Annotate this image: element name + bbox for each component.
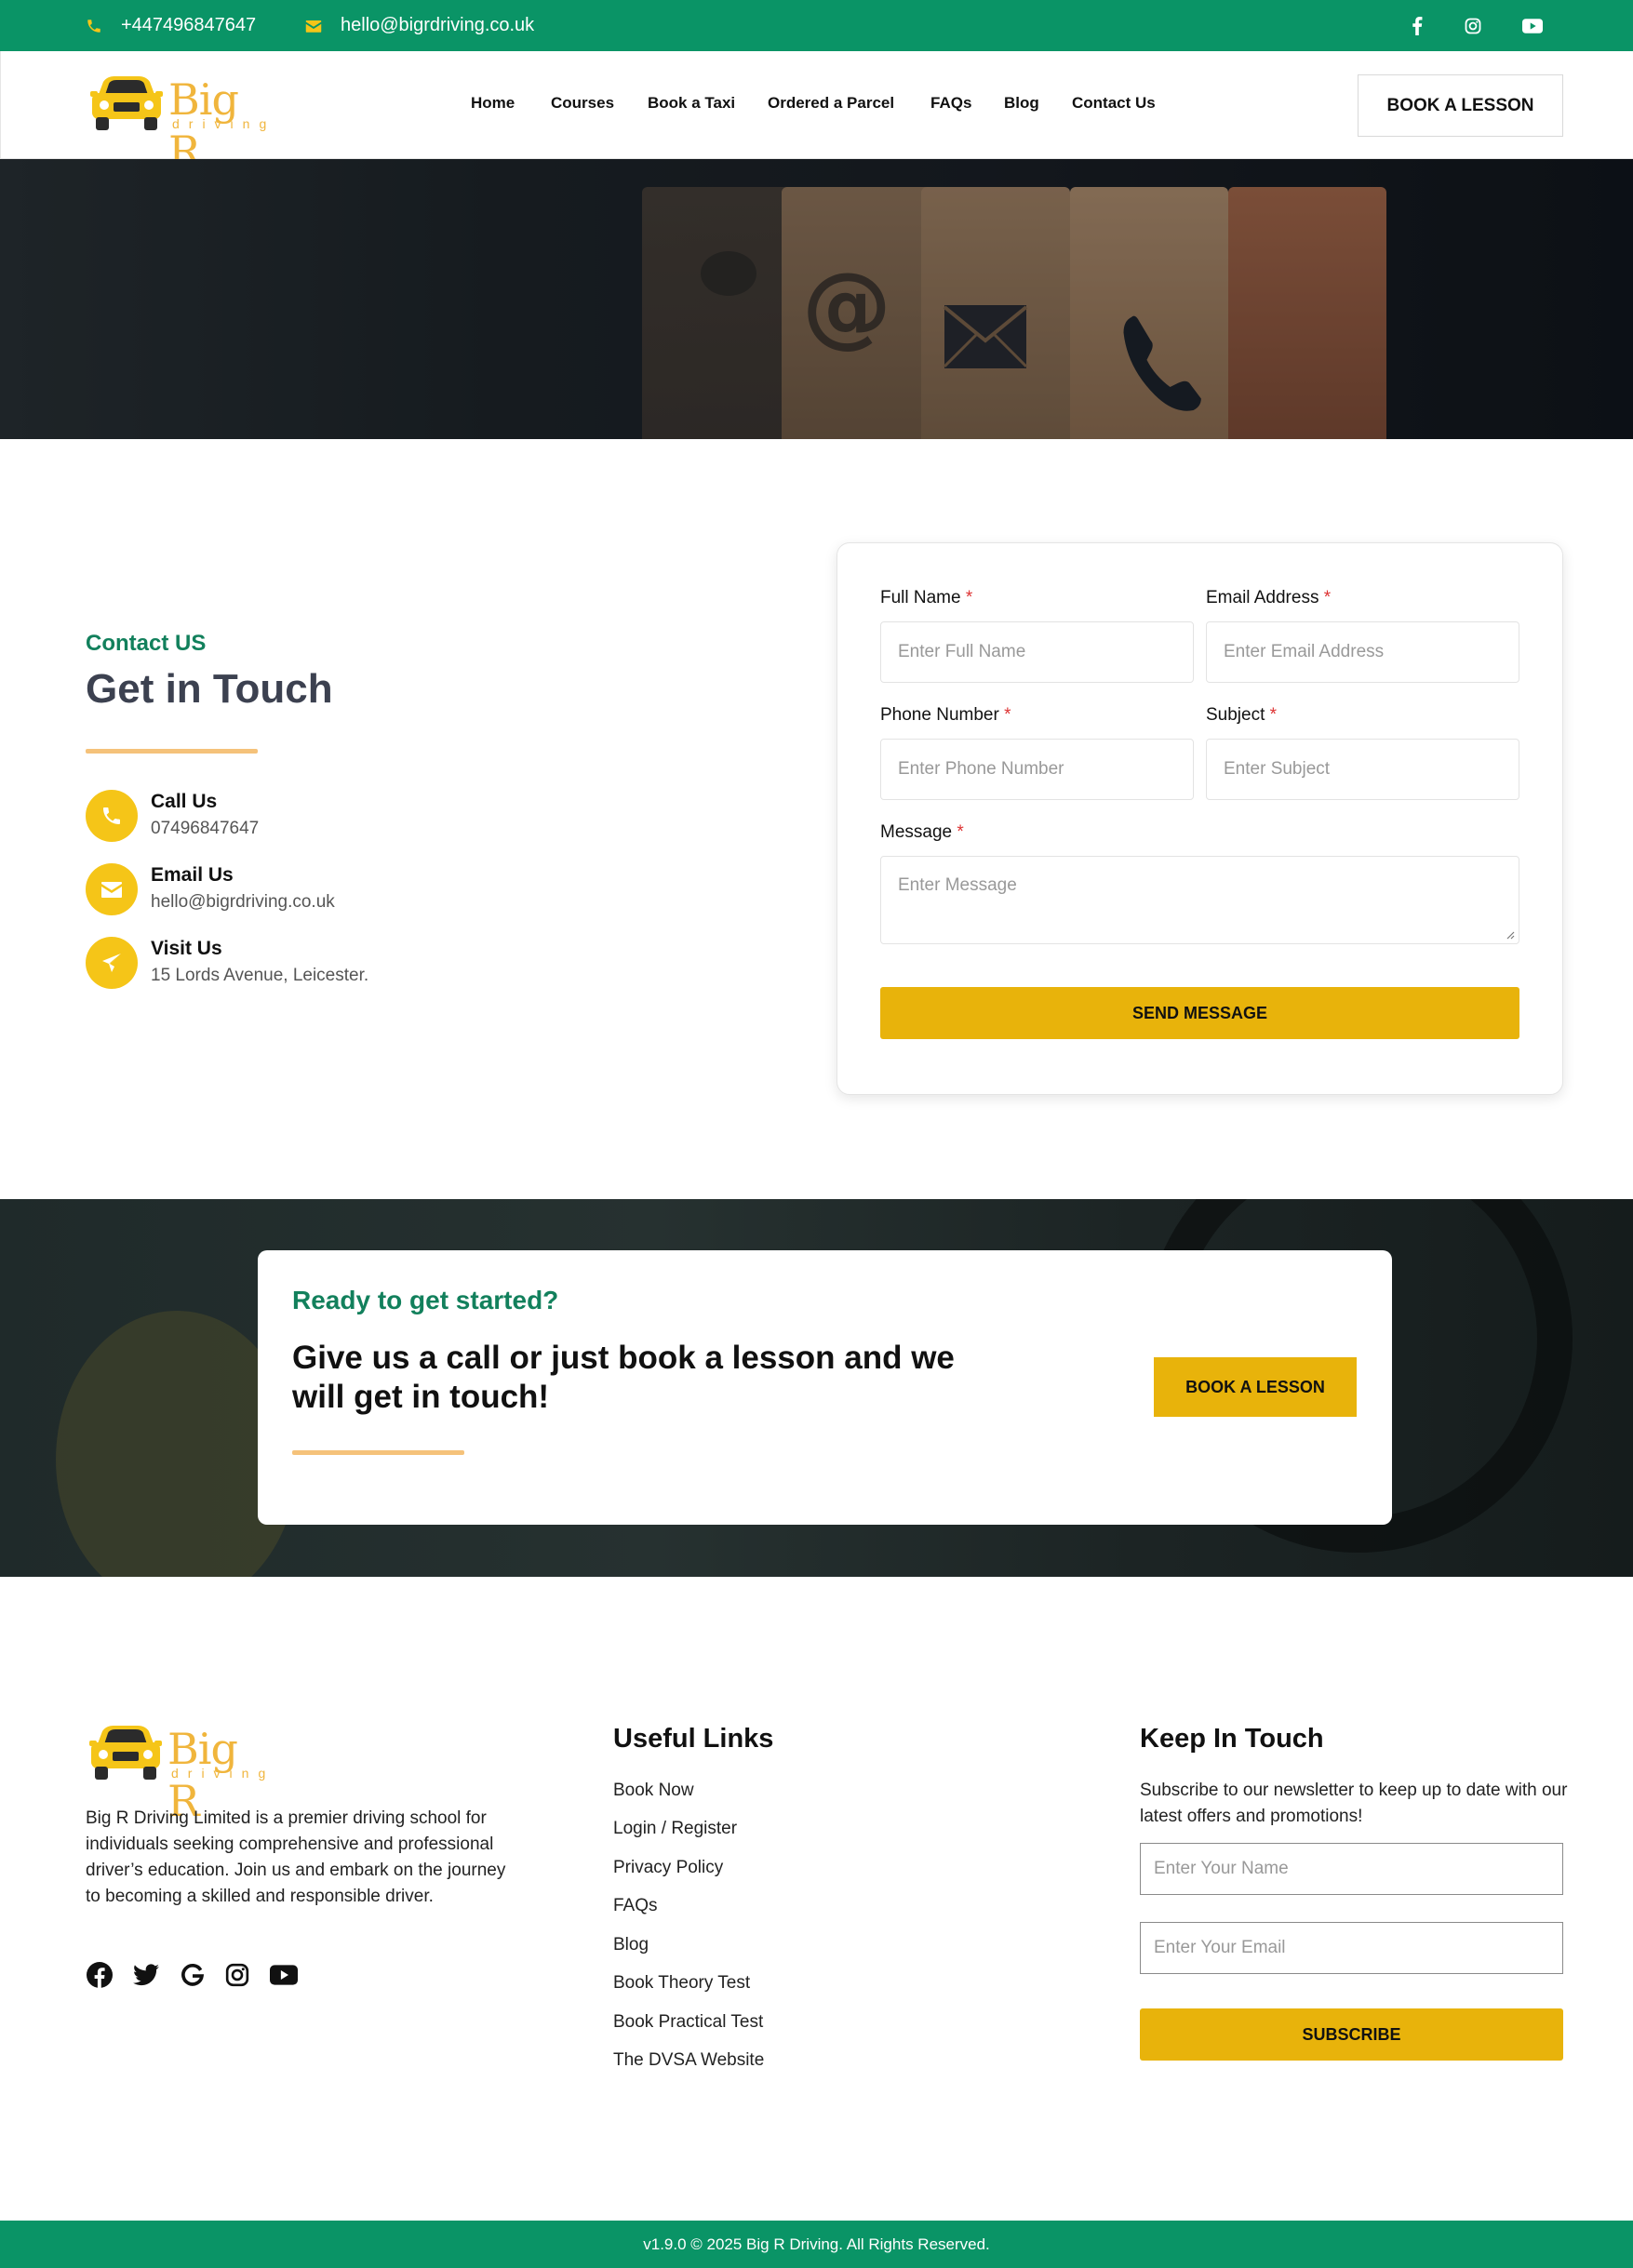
- title-underline: [86, 749, 258, 754]
- book-lesson-header-button[interactable]: BOOK A LESSON: [1358, 74, 1563, 137]
- youtube-icon[interactable]: [1519, 0, 1546, 51]
- contact-title: Get in Touch: [86, 666, 333, 712]
- resize-grip-icon[interactable]: [1506, 930, 1515, 940]
- footer-logo[interactable]: Big R driving: [89, 1723, 270, 1826]
- nav-contact-us[interactable]: Contact Us: [1072, 94, 1156, 113]
- copyright-text: v1.9.0 © 2025 Big R Driving. All Rights …: [643, 2235, 990, 2253]
- subscribe-button[interactable]: SUBSCRIBE: [1140, 2008, 1563, 2061]
- nav-courses[interactable]: Courses: [551, 94, 614, 113]
- cta-eyebrow: Ready to get started?: [292, 1286, 559, 1314]
- call-us-label: Call Us: [151, 791, 218, 812]
- twitter-icon[interactable]: [132, 1961, 160, 1989]
- useful-links-heading: Useful Links: [613, 1724, 774, 1754]
- cta-card: Ready to get started? Give us a call or …: [258, 1250, 1392, 1525]
- footer-link-book-practical-test[interactable]: Book Practical Test: [613, 2012, 763, 2033]
- nav-ordered-a-parcel[interactable]: Ordered a Parcel: [768, 94, 894, 113]
- topbar-phone[interactable]: +447496847647: [86, 0, 256, 51]
- google-icon[interactable]: [179, 1961, 207, 1989]
- footer-link-privacy-policy[interactable]: Privacy Policy: [613, 1858, 723, 1878]
- facebook-icon[interactable]: [1403, 0, 1431, 51]
- contact-visit-us[interactable]: Visit Us 15 Lords Avenue, Leicester.: [86, 937, 368, 989]
- visit-us-value: 15 Lords Avenue, Leicester.: [151, 966, 369, 985]
- nav-faqs[interactable]: FAQs: [930, 94, 971, 113]
- phone-icon: [87, 19, 100, 33]
- phone-number-input[interactable]: Enter Phone Number: [880, 739, 1194, 800]
- footer-link-dvsa-website[interactable]: The DVSA Website: [613, 2050, 764, 2071]
- newsletter-email-input[interactable]: Enter Your Email: [1140, 1922, 1563, 1974]
- contact-eyebrow: Contact US: [86, 631, 207, 656]
- nav-home[interactable]: Home: [471, 94, 515, 113]
- footer-link-login-register[interactable]: Login / Register: [613, 1819, 737, 1839]
- envelope-icon: [305, 20, 322, 33]
- paper-plane-icon: [86, 937, 138, 989]
- instagram-icon[interactable]: [1459, 0, 1487, 51]
- newsletter-name-input[interactable]: Enter Your Name: [1140, 1843, 1563, 1895]
- facebook-icon[interactable]: [86, 1961, 114, 1989]
- call-us-value: 07496847647: [151, 819, 260, 838]
- full-name-input[interactable]: Enter Full Name: [880, 621, 1194, 683]
- cta-underline: [292, 1450, 464, 1455]
- site-header: Big R driving Home Courses Book a Taxi O…: [0, 51, 1633, 177]
- topbar-phone-text: +447496847647: [121, 15, 257, 35]
- footer-logo-wordmark: Big R driving: [167, 1723, 270, 1826]
- youtube-icon[interactable]: [270, 1961, 298, 1989]
- full-name-label: Full Name *: [880, 588, 973, 607]
- phone-icon: [86, 790, 138, 842]
- subject-input[interactable]: Enter Subject: [1206, 739, 1519, 800]
- nav-blog[interactable]: Blog: [1004, 94, 1039, 113]
- phone-number-label: Phone Number *: [880, 705, 1011, 725]
- message-placeholder: Enter Message: [898, 875, 1017, 895]
- email-us-label: Email Us: [151, 864, 234, 886]
- topbar-email[interactable]: hello@bigrdriving.co.uk: [305, 0, 534, 51]
- topbar-email-text: hello@bigrdriving.co.uk: [341, 15, 535, 35]
- keep-in-touch-heading: Keep In Touch: [1140, 1724, 1324, 1754]
- book-lesson-cta-button[interactable]: BOOK A LESSON: [1154, 1357, 1357, 1417]
- hero-banner: @: [0, 159, 1633, 439]
- email-address-label: Email Address *: [1206, 588, 1332, 607]
- email-address-input[interactable]: Enter Email Address: [1206, 621, 1519, 683]
- hero-overlay: [0, 159, 1633, 439]
- footer-logo-small-text: driving: [171, 1766, 275, 1781]
- footer-link-faqs[interactable]: FAQs: [613, 1896, 658, 1916]
- email-us-value: hello@bigrdriving.co.uk: [151, 892, 335, 912]
- message-label: Message *: [880, 822, 964, 842]
- visit-us-label: Visit Us: [151, 938, 222, 959]
- contact-email-us[interactable]: Email Us hello@bigrdriving.co.uk: [86, 863, 335, 915]
- contact-call-us[interactable]: Call Us 07496847647: [86, 790, 259, 842]
- message-textarea[interactable]: Enter Message: [880, 856, 1519, 944]
- top-bar: +447496847647 hello@bigrdriving.co.uk: [0, 0, 1633, 51]
- footer-link-blog[interactable]: Blog: [613, 1935, 649, 1955]
- subject-label: Subject *: [1206, 705, 1278, 725]
- footer-link-book-now[interactable]: Book Now: [613, 1781, 694, 1801]
- copyright-bar: v1.9.0 © 2025 Big R Driving. All Rights …: [0, 2221, 1633, 2268]
- envelope-icon: [86, 863, 138, 915]
- car-logo-icon: [89, 1726, 162, 1780]
- cta-heading: Give us a call or just book a lesson and…: [292, 1340, 955, 1415]
- send-message-button[interactable]: SEND MESSAGE: [880, 987, 1519, 1039]
- footer-link-book-theory-test[interactable]: Book Theory Test: [613, 1973, 750, 1994]
- footer-about-text: Big R Driving Limited is a premier drivi…: [86, 1808, 506, 1906]
- contact-form: Full Name * Enter Full Name Email Addres…: [837, 542, 1563, 1095]
- newsletter-text: Subscribe to our newsletter to keep up t…: [1140, 1781, 1568, 1826]
- instagram-icon[interactable]: [223, 1961, 251, 1989]
- nav-book-a-taxi[interactable]: Book a Taxi: [648, 94, 735, 113]
